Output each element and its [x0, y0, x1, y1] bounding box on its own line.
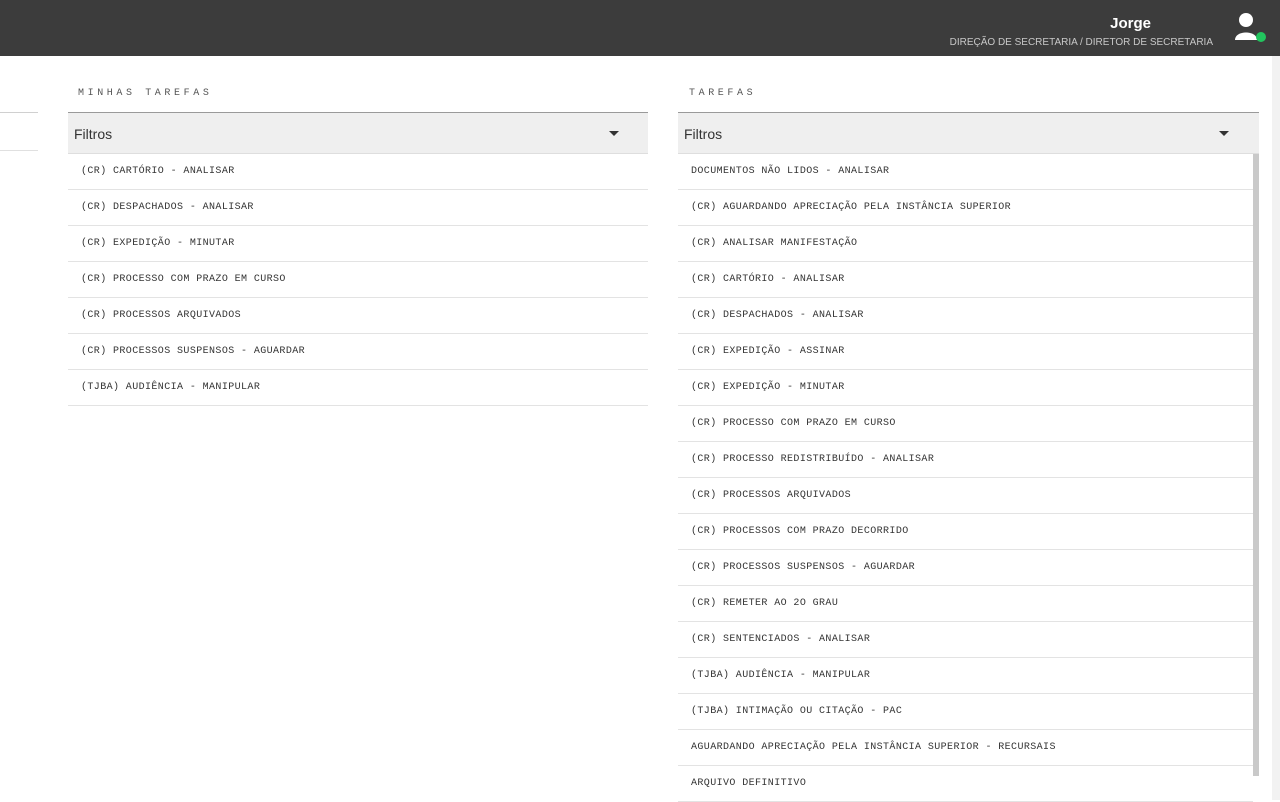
task-label: (CR) ANALISAR MANIFESTAÇÃO — [691, 238, 858, 249]
task-label: AGUARDANDO APRECIAÇÃO PELA INSTÂNCIA SUP… — [691, 742, 1056, 753]
task-list-item[interactable]: (CR) PROCESSO COM PRAZO EM CURSO — [678, 406, 1253, 442]
task-label: (CR) AGUARDANDO APRECIAÇÃO PELA INSTÂNCI… — [691, 202, 1012, 213]
task-label: (TJBA) INTIMAÇÃO OU CITAÇÃO - PAC — [691, 706, 903, 717]
task-label: (CR) EXPEDIÇÃO - ASSINAR — [691, 346, 845, 357]
task-label: (CR) PROCESSO COM PRAZO EM CURSO — [81, 274, 286, 285]
task-list-item[interactable]: (CR) PROCESSO COM PRAZO EM CURSO — [68, 262, 648, 298]
task-list-item[interactable]: (CR) REMETER AO 2O GRAU — [678, 586, 1253, 622]
task-label: (CR) SENTENCIADOS - ANALISAR — [691, 634, 871, 645]
user-name: Jorge — [1110, 15, 1151, 32]
task-list-item[interactable]: (CR) CARTÓRIO - ANALISAR — [678, 262, 1253, 298]
task-label: (CR) EXPEDIÇÃO - MINUTAR — [81, 238, 235, 249]
task-list-item[interactable]: (CR) EXPEDIÇÃO - MINUTAR — [678, 370, 1253, 406]
task-label: (CR) PROCESSO COM PRAZO EM CURSO — [691, 418, 896, 429]
my-tasks-title: MINHAS TAREFAS — [78, 88, 213, 99]
user-role: DIREÇÃO DE SECRETARIA / DIRETOR DE SECRE… — [949, 37, 1213, 48]
task-label: (CR) PROCESSOS ARQUIVADOS — [691, 490, 852, 501]
filter-label: Filtros — [684, 126, 723, 142]
task-label: (CR) DESPACHADOS - ANALISAR — [81, 202, 254, 213]
tasks-title: TAREFAS — [689, 88, 757, 99]
tasks-filter-dropdown[interactable]: Filtros — [678, 112, 1259, 154]
task-list-item[interactable]: (CR) ANALISAR MANIFESTAÇÃO — [678, 226, 1253, 262]
task-list-item[interactable]: (CR) EXPEDIÇÃO - ASSINAR — [678, 334, 1253, 370]
task-list-item[interactable]: (TJBA) INTIMAÇÃO OU CITAÇÃO - PAC — [678, 694, 1253, 730]
task-label: ARQUIVO DEFINITIVO — [691, 778, 807, 789]
task-label: (TJBA) AUDIÊNCIA - MANIPULAR — [691, 670, 871, 681]
task-label: (CR) PROCESSO REDISTRIBUÍDO - ANALISAR — [691, 454, 935, 465]
task-list-item[interactable]: (CR) PROCESSOS COM PRAZO DECORRIDO — [678, 514, 1253, 550]
caret-down-icon — [609, 131, 619, 136]
task-label: DOCUMENTOS NÃO LIDOS - ANALISAR — [691, 166, 890, 177]
task-list-item[interactable]: AGUARDANDO APRECIAÇÃO PELA INSTÂNCIA SUP… — [678, 730, 1253, 766]
collapsed-side-panel — [0, 112, 38, 151]
task-label: (CR) PROCESSOS ARQUIVADOS — [81, 310, 242, 321]
task-list-item[interactable]: (TJBA) AUDIÊNCIA - MANIPULAR — [678, 658, 1253, 694]
task-list-item[interactable]: (CR) CARTÓRIO - ANALISAR — [68, 154, 648, 190]
tasks-list: DOCUMENTOS NÃO LIDOS - ANALISAR (CR) AGUA… — [678, 154, 1253, 802]
task-list-item[interactable]: (CR) PROCESSOS SUSPENSOS - AGUARDAR — [68, 334, 648, 370]
task-list-item[interactable]: ARQUIVO DEFINITIVO — [678, 766, 1253, 802]
task-label: (CR) CARTÓRIO - ANALISAR — [81, 166, 235, 177]
caret-down-icon — [1219, 131, 1229, 136]
tasks-scrollbar[interactable] — [1253, 154, 1259, 776]
task-label: (CR) PROCESSOS COM PRAZO DECORRIDO — [691, 526, 909, 537]
task-list-item[interactable]: (CR) DESPACHADOS - ANALISAR — [68, 190, 648, 226]
task-list-item[interactable]: (CR) PROCESSOS ARQUIVADOS — [678, 478, 1253, 514]
online-status-icon — [1256, 32, 1266, 42]
task-label: (CR) REMETER AO 2O GRAU — [691, 598, 839, 609]
page-scrollbar[interactable] — [1272, 56, 1280, 800]
task-list-item[interactable]: (CR) PROCESSOS SUSPENSOS - AGUARDAR — [678, 550, 1253, 586]
task-label: (CR) EXPEDIÇÃO - MINUTAR — [691, 382, 845, 393]
task-list-item[interactable]: (CR) SENTENCIADOS - ANALISAR — [678, 622, 1253, 658]
task-label: (TJBA) AUDIÊNCIA - MANIPULAR — [81, 382, 261, 393]
top-bar: Jorge DIREÇÃO DE SECRETARIA / DIRETOR DE… — [0, 0, 1280, 56]
task-label: (CR) DESPACHADOS - ANALISAR — [691, 310, 864, 321]
filter-label: Filtros — [74, 126, 113, 142]
task-list-item[interactable]: (TJBA) AUDIÊNCIA - MANIPULAR — [68, 370, 648, 406]
task-list-item[interactable]: (CR) PROCESSOS ARQUIVADOS — [68, 298, 648, 334]
task-list-item[interactable]: (CR) PROCESSO REDISTRIBUÍDO - ANALISAR — [678, 442, 1253, 478]
task-label: (CR) PROCESSOS SUSPENSOS - AGUARDAR — [81, 346, 306, 357]
task-label: (CR) PROCESSOS SUSPENSOS - AGUARDAR — [691, 562, 916, 573]
task-list-item[interactable]: (CR) AGUARDANDO APRECIAÇÃO PELA INSTÂNCI… — [678, 190, 1253, 226]
task-list-item[interactable]: (CR) DESPACHADOS - ANALISAR — [678, 298, 1253, 334]
task-list-item[interactable]: DOCUMENTOS NÃO LIDOS - ANALISAR — [678, 154, 1253, 190]
task-list-item[interactable]: (CR) EXPEDIÇÃO - MINUTAR — [68, 226, 648, 262]
task-label: (CR) CARTÓRIO - ANALISAR — [691, 274, 845, 285]
my-tasks-filter-dropdown[interactable]: Filtros — [68, 112, 648, 154]
my-tasks-list: (CR) CARTÓRIO - ANALISAR (CR) DESPACHADOS… — [68, 154, 648, 406]
